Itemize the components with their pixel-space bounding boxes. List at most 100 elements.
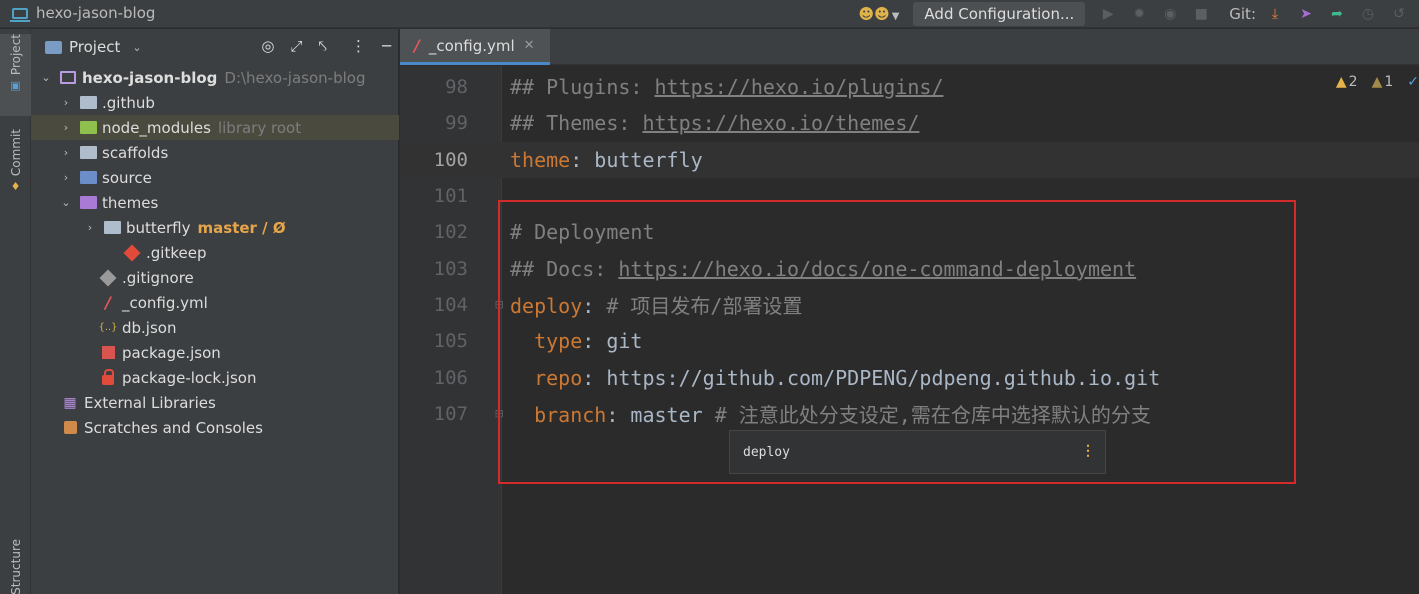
fold-marker-icon[interactable]: ⊟ — [495, 406, 503, 422]
source-folder-icon — [79, 171, 97, 184]
commit-tool-label: Commit — [8, 129, 23, 177]
line-number: 101 — [433, 185, 468, 208]
rollback-icon[interactable]: ↺ — [1388, 6, 1410, 22]
yaml-key: deploy — [510, 294, 583, 319]
tree-item-db-json[interactable]: {..} db.json — [31, 315, 399, 340]
code-editor[interactable]: ▲ 2 ▲ 1 ✓ 98 ## Plugins: https://hexo.io/p… — [400, 66, 1419, 594]
structure-tool-tab[interactable]: Structure — [0, 539, 31, 594]
window-title: hexo-jason-blog — [36, 4, 156, 22]
tree-item-label: source — [102, 168, 152, 187]
stop-icon[interactable]: ■ — [1190, 6, 1212, 22]
code-line: 98 ## Plugins: https://hexo.io/plugins/ — [400, 69, 1419, 105]
chevron-right-icon[interactable]: › — [59, 171, 73, 184]
chevron-down-icon[interactable]: ⌄ — [39, 71, 53, 84]
line-number: 106 — [433, 366, 468, 389]
line-number: 102 — [433, 221, 468, 244]
close-icon[interactable]: ✕ — [524, 38, 535, 53]
comment: # Deployment — [510, 220, 655, 245]
tree-item-package-json[interactable]: package.json — [31, 340, 399, 365]
git-push-icon[interactable]: ➦ — [1326, 6, 1348, 22]
tree-item-label: node_modules — [102, 118, 211, 137]
chevron-down-icon[interactable]: ⌄ — [59, 196, 73, 209]
tree-item-external-libraries[interactable]: ▦ External Libraries — [31, 390, 399, 415]
chevron-right-icon[interactable]: › — [59, 146, 73, 159]
tree-item-node-modules[interactable]: › node_modules library root — [31, 115, 399, 140]
more-kebab-icon[interactable]: ⋮ — [1081, 443, 1095, 459]
history-icon[interactable]: ◷ — [1357, 6, 1379, 22]
link[interactable]: https://hexo.io/themes/ — [642, 111, 919, 135]
chevron-right-icon[interactable]: › — [59, 96, 73, 109]
expand-all-icon[interactable]: ⤢ — [291, 37, 303, 55]
tree-item-config-yml[interactable]: / _config.yml — [31, 290, 399, 315]
npm-file-icon — [101, 346, 115, 359]
project-tool-tab[interactable]: Project ▣ — [0, 34, 31, 116]
library-folder-icon — [79, 121, 97, 134]
comment: ## Plugins: — [510, 75, 655, 100]
add-configuration-button[interactable]: Add Configuration... — [913, 2, 1086, 26]
lock-file-icon — [102, 368, 114, 385]
tree-item-label: package-lock.json — [122, 368, 257, 387]
tree-item-gitkeep[interactable]: .gitkeep — [31, 240, 399, 265]
left-tool-strip: Project ▣ Commit ♦ Structure — [0, 29, 31, 594]
breadcrumb-item[interactable]: deploy — [743, 445, 790, 460]
collapse-all-icon[interactable]: ⤣ — [319, 37, 327, 55]
scratches-icon — [63, 421, 77, 434]
folder-icon — [79, 196, 97, 209]
code-line: 103 ## Docs: https://hexo.io/docs/one-co… — [400, 250, 1419, 286]
tree-item-gitignore[interactable]: .gitignore — [31, 265, 399, 290]
project-tool-label: Project — [8, 34, 23, 76]
structure-tool-label: Structure — [8, 539, 23, 594]
tree-item-source[interactable]: › source — [31, 165, 399, 190]
tree-item-label: butterfly — [126, 218, 191, 237]
tree-item-label: .gitignore — [122, 268, 194, 287]
code-with-me-icon[interactable]: ☻☻ ▼ — [858, 5, 899, 23]
chevron-right-icon[interactable]: › — [59, 121, 73, 134]
yaml-key: branch — [534, 403, 607, 428]
tree-item-scratches[interactable]: Scratches and Consoles — [31, 415, 399, 440]
tree-item-package-lock-json[interactable]: package-lock.json — [31, 365, 399, 390]
debug-icon[interactable]: ✹ — [1128, 6, 1150, 22]
chevron-right-icon[interactable]: › — [83, 221, 97, 234]
tree-item-scaffolds[interactable]: › scaffolds — [31, 140, 399, 165]
git-update-icon[interactable]: ⤓ — [1264, 6, 1286, 22]
options-kebab-icon[interactable]: ⋮ — [351, 37, 366, 55]
code-lines: 98 ## Plugins: https://hexo.io/plugins/ … — [400, 69, 1419, 432]
tree-item-root[interactable]: ⌄ hexo-jason-blog D:\hexo-jason-blog — [31, 65, 399, 90]
code-line: 105 type: git — [400, 323, 1419, 359]
code-line: 101 — [400, 178, 1419, 214]
yaml-value: : master — [606, 403, 715, 428]
line-number: 98 — [445, 76, 468, 99]
library-root-hint: library root — [217, 118, 302, 137]
locate-file-icon[interactable]: ◎ — [261, 37, 274, 55]
tree-item-themes[interactable]: ⌄ themes — [31, 190, 399, 215]
project-panel-title[interactable]: Project — [69, 38, 120, 56]
tree-item-label: themes — [102, 193, 159, 212]
code-line: 106 repo: https://github.com/PDPENG/pdpe… — [400, 359, 1419, 395]
comment: ## Themes: — [510, 111, 643, 136]
module-folder-icon — [60, 71, 76, 84]
tree-item-label: hexo-jason-blog — [82, 68, 218, 87]
tab-config-yml[interactable]: / _config.yml ✕ — [400, 29, 550, 65]
project-tree: ⌄ hexo-jason-blog D:\hexo-jason-blog › .… — [31, 65, 399, 440]
git-file-icon — [123, 244, 141, 261]
yaml-value: : git — [582, 329, 643, 354]
tree-item-label: scaffolds — [102, 143, 169, 162]
window-title-area: hexo-jason-blog — [10, 4, 156, 22]
title-bar: hexo-jason-blog ☻☻ ▼ Add Configuration...… — [0, 0, 1419, 28]
git-commit-icon[interactable]: ➤ — [1295, 6, 1317, 22]
tree-item-butterfly[interactable]: › butterfly master / Ø — [31, 215, 399, 240]
chevron-down-icon[interactable]: ⌄ — [132, 41, 141, 54]
yaml-value: : — [582, 294, 607, 319]
fold-marker-icon[interactable]: ⊟ — [495, 297, 503, 313]
link[interactable]: https://hexo.io/docs/one-command-deploym… — [618, 257, 1136, 281]
coverage-icon[interactable]: ◉ — [1159, 6, 1181, 22]
line-number: 99 — [445, 112, 468, 135]
yaml-value: : https://github.com/PDPENG/pdpeng.githu… — [582, 365, 1161, 390]
run-icon[interactable]: ▶ — [1097, 6, 1119, 22]
link[interactable]: https://hexo.io/plugins/ — [655, 75, 944, 99]
hide-panel-icon[interactable]: ─ — [382, 37, 391, 55]
breadcrumb-popup[interactable]: deploy ⋮ — [729, 430, 1106, 474]
commit-tool-tab[interactable]: Commit ♦ — [0, 129, 31, 209]
yaml-file-icon: / — [414, 36, 420, 55]
tree-item-github[interactable]: › .github — [31, 90, 399, 115]
